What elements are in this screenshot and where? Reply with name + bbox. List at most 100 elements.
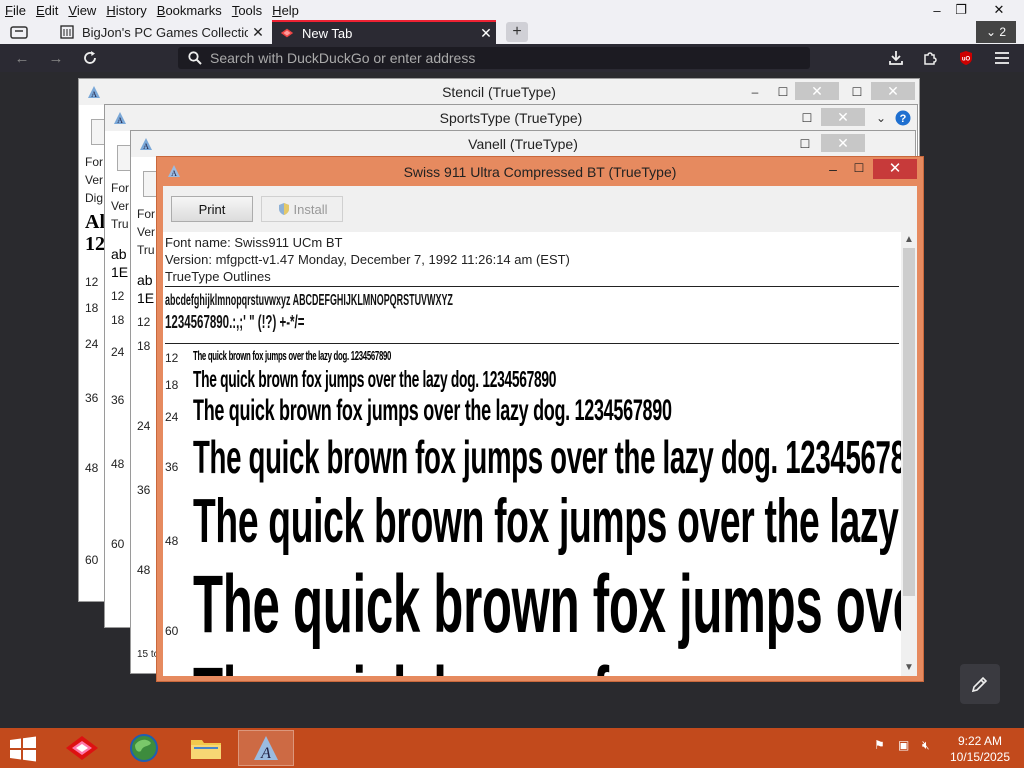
sample-row: 60 The quick brown fox jumps over the la: [163, 558, 917, 654]
reload-icon: [84, 51, 96, 64]
taskbar: A ⚑ ▣ 🔇︎ 9:22 AM 10/15/2025: [0, 728, 1024, 768]
downloads-button[interactable]: [884, 48, 908, 68]
size-label: 24: [111, 345, 125, 359]
close-button-2[interactable]: ✕: [871, 82, 915, 100]
flag-icon[interactable]: ⚑: [874, 738, 885, 752]
pencil-icon: [971, 676, 988, 693]
arrow-right-icon: →: [48, 49, 64, 67]
search-icon: [188, 51, 202, 65]
charset-alpha: abcdefghijklmnopqrstuvwxyz ABCDEFGHIJKLM…: [165, 292, 453, 309]
ublock-button[interactable]: uO: [954, 48, 978, 68]
menu-view[interactable]: View: [63, 3, 101, 18]
window-titlebar[interactable]: A Vanell (TrueType) ☐ ✕: [131, 131, 915, 157]
install-label: Install: [293, 201, 328, 217]
window-titlebar[interactable]: A Stencil (TrueType) – ☐ ✕ ☐ ✕: [79, 79, 919, 105]
scroll-up-button[interactable]: ▲: [901, 232, 917, 248]
browser-close-button[interactable]: ✕: [984, 0, 1014, 20]
info-line: Dig: [85, 191, 104, 205]
info-line: For: [85, 155, 103, 169]
browser-restore-button[interactable]: ❐: [946, 0, 976, 20]
font-version: Version: mfgpctt-v1.47 Monday, December …: [165, 252, 570, 267]
install-button[interactable]: Install: [261, 196, 343, 222]
info-line: For: [137, 207, 155, 221]
forward-button[interactable]: →: [44, 48, 68, 68]
shield-icon: [278, 203, 289, 215]
tab-close-button[interactable]: ✕: [248, 24, 268, 41]
maximize-button[interactable]: ☐: [795, 137, 815, 151]
font-app-icon: A: [254, 736, 278, 762]
info-line: Ver: [111, 199, 130, 213]
svg-text:uO: uO: [962, 57, 971, 63]
taskbar-firefox-app[interactable]: [54, 730, 110, 766]
size-label: 48: [137, 563, 151, 577]
sample-text: The quick brown fox: [193, 650, 666, 676]
extensions-button[interactable]: [918, 48, 942, 68]
chevron-down-icon[interactable]: ⌄: [871, 111, 891, 125]
maximize-button[interactable]: ☐: [797, 111, 817, 125]
charset-sample: 1E: [137, 290, 155, 306]
size-label: 36: [111, 393, 125, 407]
menu-history[interactable]: History: [101, 3, 151, 18]
size-label: 24: [85, 337, 99, 351]
size-label: 48: [111, 457, 125, 471]
size-label: 18: [85, 301, 99, 315]
charset-sample: Al: [85, 211, 105, 233]
chevron-down-icon: ⌄: [985, 25, 1000, 39]
size-label: 12: [137, 315, 151, 329]
menu-help[interactable]: Help: [267, 3, 304, 18]
taskbar-file-explorer-app[interactable]: [178, 730, 234, 766]
scroll-down-button[interactable]: ▼: [901, 660, 917, 676]
scroll-thumb[interactable]: [903, 248, 915, 596]
close-button[interactable]: ✕: [873, 159, 917, 179]
help-icon[interactable]: ?: [895, 110, 911, 126]
menu-bar: File Edit View History Bookmarks Tools H…: [0, 0, 1024, 20]
print-button[interactable]: Print: [171, 196, 253, 222]
maximize-button[interactable]: ☐: [847, 161, 871, 179]
font-preview-area[interactable]: Font name: Swiss911 UCm BT Version: mfgp…: [163, 232, 917, 676]
minimize-button[interactable]: –: [745, 85, 765, 99]
charset-sample: ab: [111, 246, 127, 262]
taskbar-font-viewer-app[interactable]: A: [238, 730, 294, 766]
sample-size: 18: [165, 378, 179, 392]
window-titlebar[interactable]: A Swiss 911 Ultra Compressed BT (TrueTyp…: [157, 157, 923, 185]
sample-text: The quick brown fox jumps over the lazy …: [193, 394, 672, 427]
tab-list-icon: [10, 26, 28, 39]
tab-bigjon[interactable]: BigJon's PC Games Collection : I ✕: [52, 20, 268, 44]
close-button[interactable]: ✕: [795, 82, 839, 100]
menu-tools[interactable]: Tools: [227, 3, 267, 18]
svg-text:?: ?: [900, 113, 907, 125]
font-window-swiss911[interactable]: A Swiss 911 Ultra Compressed BT (TrueTyp…: [156, 156, 924, 682]
taskbar-globe-app[interactable]: [116, 730, 172, 766]
reload-button[interactable]: [78, 48, 102, 68]
menu-edit[interactable]: Edit: [31, 3, 63, 18]
clock-time: 9:22 AM: [957, 734, 1003, 748]
back-button[interactable]: ←: [10, 48, 34, 68]
window-titlebar[interactable]: A SportsType (TrueType) ☐ ✕ ⌄ ?: [105, 105, 917, 131]
tab-new-tab[interactable]: New Tab ✕: [272, 20, 496, 44]
font-info: Font name: Swiss911 UCm BT Version: mfgp…: [165, 234, 570, 285]
restore-button[interactable]: ☐: [847, 85, 867, 99]
new-tab-button[interactable]: +: [506, 22, 528, 42]
volume-muted-icon[interactable]: 🔇︎: [922, 738, 930, 753]
system-clock[interactable]: 9:22 AM 10/15/2025: [940, 733, 1020, 765]
tab-list-button[interactable]: [6, 22, 32, 42]
network-icon[interactable]: ▣: [898, 738, 909, 752]
minimize-button[interactable]: –: [821, 161, 845, 179]
tab-count-badge[interactable]: ⌄ 2: [976, 21, 1016, 43]
font-outline-type: TrueType Outlines: [165, 269, 271, 284]
menu-file[interactable]: File: [0, 3, 31, 18]
maximize-button[interactable]: ☐: [773, 85, 793, 99]
charset-numeric: 1234567890.:,;' " (!?) +-*/=: [165, 312, 305, 332]
menu-bookmarks[interactable]: Bookmarks: [152, 3, 227, 18]
address-input[interactable]: [210, 50, 800, 66]
tab-close-button[interactable]: ✕: [476, 25, 496, 42]
close-button[interactable]: ✕: [821, 134, 865, 152]
size-label: 12: [111, 289, 125, 303]
window-title: SportsType (TrueType): [439, 110, 583, 126]
address-bar[interactable]: [178, 47, 810, 69]
close-button[interactable]: ✕: [821, 108, 865, 126]
edit-button[interactable]: [960, 664, 1000, 704]
app-menu-button[interactable]: [990, 48, 1014, 68]
vertical-scrollbar[interactable]: ▲ ▼: [901, 232, 917, 676]
windows-start-icon[interactable]: [8, 736, 38, 762]
